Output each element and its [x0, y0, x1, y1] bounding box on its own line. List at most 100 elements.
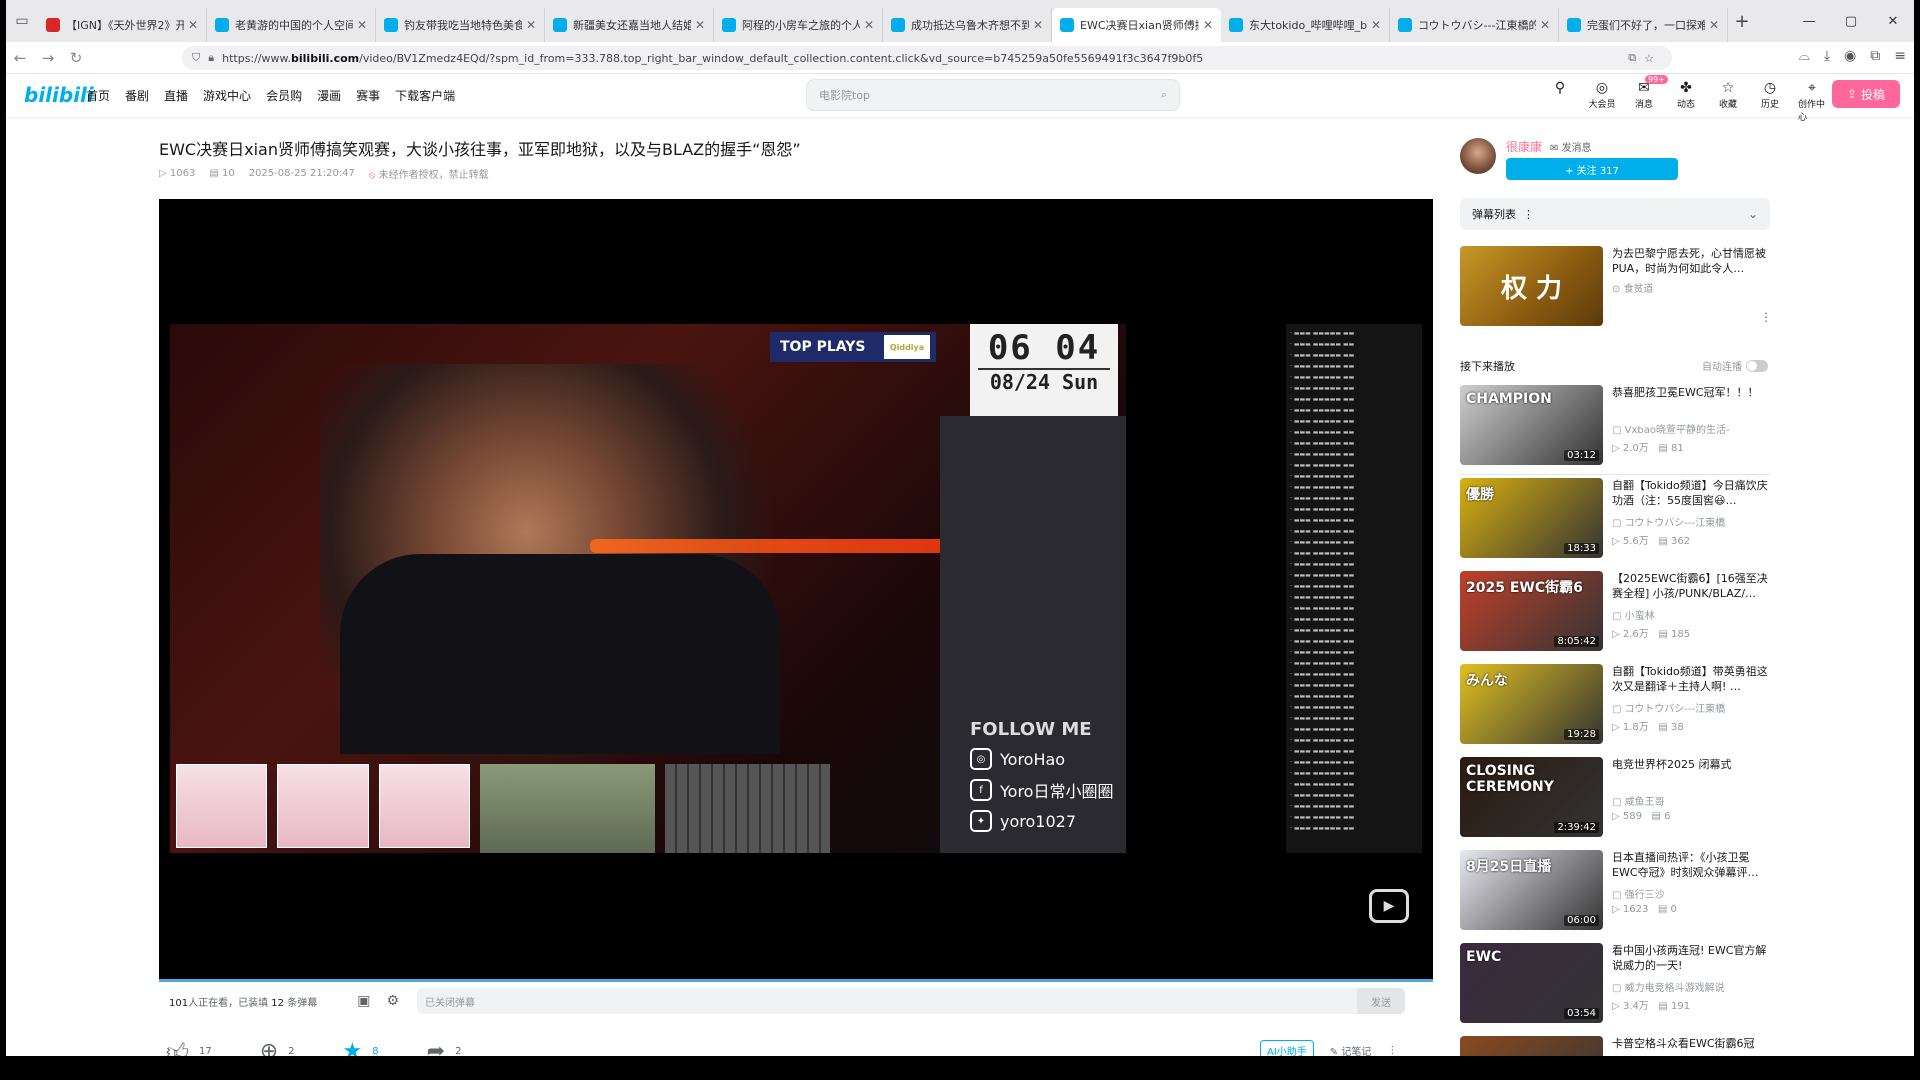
send-button[interactable]: 发送	[1357, 988, 1405, 1014]
video-title-link[interactable]: 电竞世界杯2025 闭幕式	[1612, 757, 1772, 787]
recommended-video[interactable]: 8月25日直播 06:00 日本直播间热评：《小孩卫冕EWC夺冠》时刻观众弹幕评… ▢…	[1460, 850, 1770, 930]
header-icon-button[interactable]: ✉ 消息 99+	[1630, 75, 1668, 123]
browser-tab[interactable]: EWC决赛日xian贤师傅搞笑观赛 ✕	[1052, 8, 1221, 42]
nav-item[interactable]: 会员购	[266, 87, 302, 104]
browser-tab[interactable]: 老黄游的中国的个人空间-老黄 ✕	[207, 8, 376, 42]
close-tab-icon[interactable]: ✕	[1033, 18, 1043, 32]
search-input[interactable]: 电影院top	[819, 87, 1161, 103]
nav-item[interactable]: 游戏中心	[203, 87, 251, 104]
close-tab-icon[interactable]: ✕	[695, 18, 705, 32]
video-thumbnail[interactable]: CLOSING CEREMONY 2:39:42	[1460, 757, 1603, 837]
danmaku-list-panel[interactable]: 弹幕列表 ⋮ ⌄	[1460, 198, 1770, 230]
recommended-video[interactable]: EWC 03:54 看中国小孩两连冠! EWC官方解说威力的一天! ▢ 威力电竞格斗游…	[1460, 943, 1770, 1023]
nav-item[interactable]: 番剧	[125, 87, 149, 104]
search-bar[interactable]: 电影院top ⌕	[806, 79, 1180, 111]
minimize-icon[interactable]: —	[1788, 14, 1830, 29]
ad-title[interactable]: 为去巴黎宁愿去死，心甘情愿被PUA，时尚为何如此令人…	[1612, 246, 1770, 276]
share-button[interactable]: ➦ 2	[427, 1039, 462, 1056]
ad-thumbnail[interactable]: 权 力	[1460, 246, 1603, 326]
progress-bar[interactable]	[159, 979, 1433, 982]
shield-icon[interactable]: ⛉	[192, 51, 200, 65]
lock-icon[interactable]: 🔒︎	[208, 51, 214, 65]
nav-item[interactable]: 下载客户端	[395, 87, 455, 104]
close-tab-icon[interactable]: ✕	[1371, 18, 1381, 32]
close-tab-icon[interactable]: ✕	[357, 18, 367, 32]
video-thumbnail[interactable]: 優勝 18:33	[1460, 478, 1603, 558]
close-tab-icon[interactable]: ✕	[188, 18, 198, 32]
browser-tab[interactable]: 【IGN】《天外世界2》开发者 ✕	[38, 8, 207, 42]
close-tab-icon[interactable]: ✕	[1203, 18, 1213, 32]
uploader-link[interactable]: ▢ コウトウバシ---江東橋	[1612, 514, 1725, 529]
avatar[interactable]	[1460, 138, 1496, 174]
back-icon[interactable]: ←	[6, 49, 34, 67]
video-thumbnail[interactable]	[1460, 1036, 1603, 1056]
favorite-button[interactable]: ★ 8	[343, 1039, 379, 1056]
video-title-link[interactable]: 自翻【Tokido频道】今日痛饮庆功酒（注：55度国窖😆…	[1612, 478, 1772, 508]
video-thumbnail[interactable]: CHAMPION 03:12	[1460, 385, 1603, 465]
pocket-icon[interactable]: ⌓	[1799, 48, 1810, 64]
browser-tab[interactable]: 东大tokido_哔哩哔哩_bilibili ✕	[1221, 8, 1390, 42]
bookmark-star-icon[interactable]: ☆	[1644, 52, 1654, 65]
like-button[interactable]: 👍︎ 17	[166, 1038, 212, 1056]
scan-icon[interactable]: ⚲	[1546, 79, 1574, 123]
uploader-link[interactable]: ▢ 咸鱼王哥	[1612, 793, 1665, 808]
uploader-link[interactable]: ▢ 强行三沙	[1612, 886, 1665, 901]
uploader-link[interactable]: ▢ Vxbao晓萱平静的生活-	[1612, 421, 1730, 436]
uploader-name[interactable]: 很康康	[1506, 138, 1542, 155]
new-tab-icon[interactable]: +	[1728, 11, 1756, 32]
close-tab-icon[interactable]: ✕	[526, 18, 536, 32]
video-title-link[interactable]: 【2025EWC街霸6】[16强至决赛全程] 小孩/PUNK/BLAZ/…	[1612, 571, 1772, 601]
browser-tab[interactable]: 完蛋们不好了，一口探难吃！ ✕	[1559, 8, 1728, 42]
search-icon[interactable]: ⌕	[1161, 88, 1167, 102]
recommended-video[interactable]: 卡普空格斗众看EWC街霸6冠	[1460, 1036, 1770, 1056]
toggle-switch[interactable]	[1746, 359, 1768, 372]
browser-tab[interactable]: 阿程的小房车之旅的个人空间 ✕	[714, 8, 883, 42]
bilibili-logo[interactable]: bilibili	[24, 83, 94, 107]
header-icon-button[interactable]: ☆ 收藏	[1714, 79, 1742, 123]
kebab-icon[interactable]: ⋮	[1523, 208, 1534, 221]
uploader-link[interactable]: ▢ 小蛮林	[1612, 607, 1655, 622]
close-tab-icon[interactable]: ✕	[1709, 18, 1719, 32]
uploader-link[interactable]: ▢ コウトウバシ---江東橋	[1612, 700, 1725, 715]
maximize-icon[interactable]: ▢	[1830, 14, 1872, 29]
follow-button[interactable]: + 关注 317	[1506, 158, 1678, 180]
nav-item[interactable]: 漫画	[317, 87, 341, 104]
browser-tab[interactable]: 钓友带我吃当地特色美食_哔哩 ✕	[376, 8, 545, 42]
video-thumbnail[interactable]: 8月25日直播 06:00	[1460, 850, 1603, 930]
video-title-link[interactable]: 日本直播间热评：《小孩卫冕EWC夺冠》时刻观众弹幕评…	[1612, 850, 1772, 880]
forward-icon[interactable]: →	[34, 49, 62, 67]
screenshot-icon[interactable]: ⧉	[1628, 51, 1636, 65]
header-icon-button[interactable]: ⌖ 创作中心	[1798, 79, 1826, 123]
nav-item[interactable]: 首页	[86, 87, 110, 104]
account-icon[interactable]: ◉	[1844, 48, 1856, 64]
message-link[interactable]: ✉ 发消息	[1550, 139, 1592, 154]
uploader-link[interactable]: ▢ 威力电竞格斗游戏解说	[1612, 979, 1725, 994]
coin-button[interactable]: ⊕ 2	[260, 1039, 295, 1056]
recommended-video[interactable]: みんな 19:28 自翻【Tokido频道】带英勇祖这次又是翻译＋主持人啊! … ▢ …	[1460, 664, 1770, 744]
danmaku-input[interactable]: 已关闭弹幕 发送	[417, 988, 1405, 1014]
browser-tab[interactable]: 成功抵达乌鲁木齐想不到遇见 ✕	[883, 8, 1052, 42]
recommended-video[interactable]: 優勝 18:33 自翻【Tokido频道】今日痛饮庆功酒（注：55度国窖😆… ▢ コウ…	[1460, 478, 1770, 558]
notes-button[interactable]: ✎ 记笔记	[1330, 1043, 1372, 1056]
header-icon-button[interactable]: ✤ 动态	[1672, 79, 1700, 123]
chevron-down-icon[interactable]: ⌄	[1748, 207, 1758, 221]
recommended-video[interactable]: 2025 EWC街霸6 8:05:42 【2025EWC街霸6】[16强至决赛全程]…	[1460, 571, 1770, 651]
video-title-link[interactable]: 恭喜肥孩卫冕EWC冠军！！！	[1612, 385, 1772, 415]
recommended-video[interactable]: CHAMPION 03:12 恭喜肥孩卫冕EWC冠军！！！ ▢ Vxbao晓萱平静的生…	[1460, 385, 1770, 465]
url-field[interactable]: ⛉ 🔒︎ https://www.bilibili.com/video/BV1Z…	[182, 46, 1672, 70]
ad-card[interactable]: 权 力 为去巴黎宁愿去死，心甘情愿被PUA，时尚为何如此令人… ⊙ 食贫道 ⋮	[1460, 246, 1772, 326]
browser-tab[interactable]: コウトウバシ---江東橋的个人 ✕	[1390, 8, 1559, 42]
downloads-icon[interactable]: ⤓	[1824, 48, 1830, 64]
video-thumbnail[interactable]: EWC 03:54	[1460, 943, 1603, 1023]
kebab-icon[interactable]: ⋮	[1760, 310, 1772, 324]
video-player[interactable]: TOP PLAYS Qiddiya 06 04 08/24 Sun FOLLOW …	[159, 199, 1433, 979]
recommended-video[interactable]: CLOSING CEREMONY 2:39:42 电竞世界杯2025 闭幕式 ▢ 咸鱼…	[1460, 757, 1770, 837]
close-tab-icon[interactable]: ✕	[1540, 18, 1550, 32]
ai-assistant-button[interactable]: AI小助手	[1260, 1040, 1314, 1056]
video-title-link[interactable]: 自翻【Tokido频道】带英勇祖这次又是翻译＋主持人啊! …	[1612, 664, 1772, 694]
tab-menu-icon[interactable]: ▭	[6, 0, 38, 42]
close-tab-icon[interactable]: ✕	[864, 18, 874, 32]
video-thumbnail[interactable]: みんな 19:28	[1460, 664, 1603, 744]
more-icon[interactable]: ⋮	[1387, 1045, 1397, 1056]
danmaku-settings-icon[interactable]: ⚙	[386, 993, 399, 1009]
